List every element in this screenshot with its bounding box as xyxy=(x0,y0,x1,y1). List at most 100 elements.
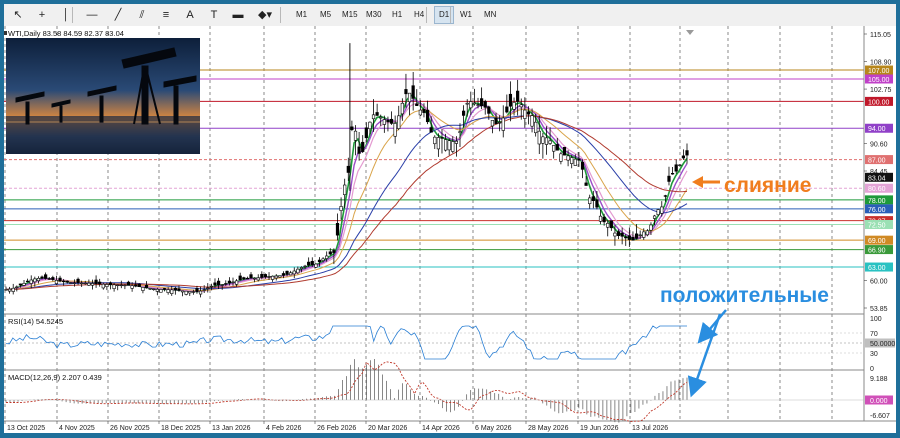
candle-body xyxy=(454,140,458,144)
candle-body xyxy=(249,274,253,279)
candle-body xyxy=(631,236,635,241)
candle-body xyxy=(368,121,372,130)
timeframe-h1[interactable]: H1 xyxy=(388,6,406,24)
toolbar-separator xyxy=(280,7,281,23)
candle-body xyxy=(112,284,116,289)
text-label-icon[interactable]: T xyxy=(204,6,224,24)
candle-body xyxy=(364,127,368,139)
candle-body xyxy=(278,275,282,278)
rsi-label: RSI(14) 54.5245 xyxy=(8,317,63,326)
candle-body xyxy=(415,103,419,106)
candle-body xyxy=(105,284,109,287)
candle-body xyxy=(162,288,167,290)
candle-body xyxy=(26,280,30,283)
candle-body xyxy=(598,215,603,222)
candle-body xyxy=(379,116,383,119)
candle-body xyxy=(425,109,430,123)
candle-body xyxy=(508,93,513,107)
rectangle-icon[interactable]: ▬ xyxy=(228,6,248,24)
candle-body xyxy=(256,277,260,281)
candle-body xyxy=(616,231,621,236)
candle-body xyxy=(404,89,408,95)
price-tick-label: 108.90 xyxy=(870,60,892,67)
date-tick-label: 28 May 2026 xyxy=(528,425,569,432)
candle-body xyxy=(562,146,567,156)
toolbar-separator xyxy=(450,7,451,23)
price-tag-label: 100.00 xyxy=(868,99,890,106)
candle-body xyxy=(346,165,350,173)
fibonacci-icon[interactable]: ≡ xyxy=(156,6,176,24)
candle-body xyxy=(335,222,340,236)
price-tick-label: 53.85 xyxy=(870,306,888,313)
timeframe-m5[interactable]: M5 xyxy=(316,6,335,24)
date-tick-label: 14 Apr 2026 xyxy=(422,425,460,432)
rsi-tick-label: 0 xyxy=(870,366,874,373)
chart-symbol-header: WTI,Daily 83.58 84.59 82.37 83.04 xyxy=(8,29,124,38)
candle-body xyxy=(328,251,332,255)
chart-toolbar: ↖ + │ — ╱ ⫽ ≡ A T ▬ ◆▾ M1 M5 M15 M30 H1 H4 D1 W1 MN xyxy=(4,4,896,27)
candle-body xyxy=(123,284,127,287)
candle-body xyxy=(155,288,159,292)
candle-body xyxy=(263,274,268,278)
shapes-icon[interactable]: ◆▾ xyxy=(252,6,278,24)
merge-label: слияние xyxy=(724,174,811,197)
date-tick-label: 13 Jan 2026 xyxy=(212,425,251,432)
cursor-icon[interactable]: ↖ xyxy=(8,6,28,24)
date-tick-label: 19 Jun 2026 xyxy=(580,425,619,432)
candle-body xyxy=(591,196,595,201)
trendline-icon[interactable]: ╱ xyxy=(108,6,128,24)
date-tick-label: 6 May 2026 xyxy=(475,425,512,432)
price-tag-label: 69.00 xyxy=(868,238,886,245)
equidistant-channel-icon[interactable]: ⫽ xyxy=(132,6,152,24)
price-chart[interactable]: WTI,Daily 83.58 84.59 82.37 83.04 RSI(14… xyxy=(4,26,896,433)
candle-body xyxy=(76,278,80,284)
candle-body xyxy=(501,117,505,131)
crosshair-icon[interactable]: + xyxy=(32,6,52,24)
text-icon[interactable]: A xyxy=(180,6,200,24)
candle-body xyxy=(634,233,639,239)
candle-body xyxy=(292,270,296,275)
date-tick-label: 20 Mar 2026 xyxy=(368,425,407,432)
candle-body xyxy=(458,131,462,133)
candle-body xyxy=(407,92,412,103)
candle-body xyxy=(83,282,87,285)
candle-body xyxy=(624,236,628,239)
candle-body xyxy=(108,282,113,285)
candle-body xyxy=(198,290,203,295)
candle-body xyxy=(357,146,361,154)
candle-body xyxy=(177,288,181,291)
timeframe-m15[interactable]: M15 xyxy=(338,6,362,24)
candle-body xyxy=(119,284,123,287)
timeframe-w1[interactable]: W1 xyxy=(456,6,476,24)
date-tick-label: 4 Nov 2025 xyxy=(59,425,95,432)
positive-label: положительные xyxy=(660,284,829,307)
candle-body xyxy=(548,140,552,144)
candle-body xyxy=(573,158,577,166)
candle-body xyxy=(566,155,570,161)
candle-body xyxy=(422,108,426,113)
oil-field-thumbnail xyxy=(6,38,200,154)
timeframe-d1[interactable]: D1 xyxy=(434,6,455,24)
candle-body xyxy=(54,280,59,284)
candle-body xyxy=(660,206,664,214)
candle-body xyxy=(678,164,682,166)
candle-body xyxy=(685,150,689,156)
candle-body xyxy=(584,182,588,186)
horizontal-line-icon[interactable]: — xyxy=(82,6,102,24)
candle-body xyxy=(231,281,235,284)
candle-body xyxy=(51,277,55,280)
candle-body xyxy=(429,127,433,133)
chart-area[interactable]: WTI,Daily 83.58 84.59 82.37 83.04 RSI(14… xyxy=(4,26,896,433)
candle-body xyxy=(242,277,246,280)
timeframe-mn[interactable]: MN xyxy=(480,6,500,24)
candle-body xyxy=(141,287,145,291)
vertical-line-icon[interactable]: │ xyxy=(56,6,76,24)
candle-body xyxy=(281,273,286,276)
candle-body xyxy=(667,175,671,182)
price-tag-label: 80.60 xyxy=(868,186,886,193)
candle-body xyxy=(609,220,613,229)
candle-body xyxy=(18,283,23,286)
timeframe-m30[interactable]: M30 xyxy=(362,6,386,24)
candle-body xyxy=(152,288,156,291)
timeframe-m1[interactable]: M1 xyxy=(292,6,311,24)
